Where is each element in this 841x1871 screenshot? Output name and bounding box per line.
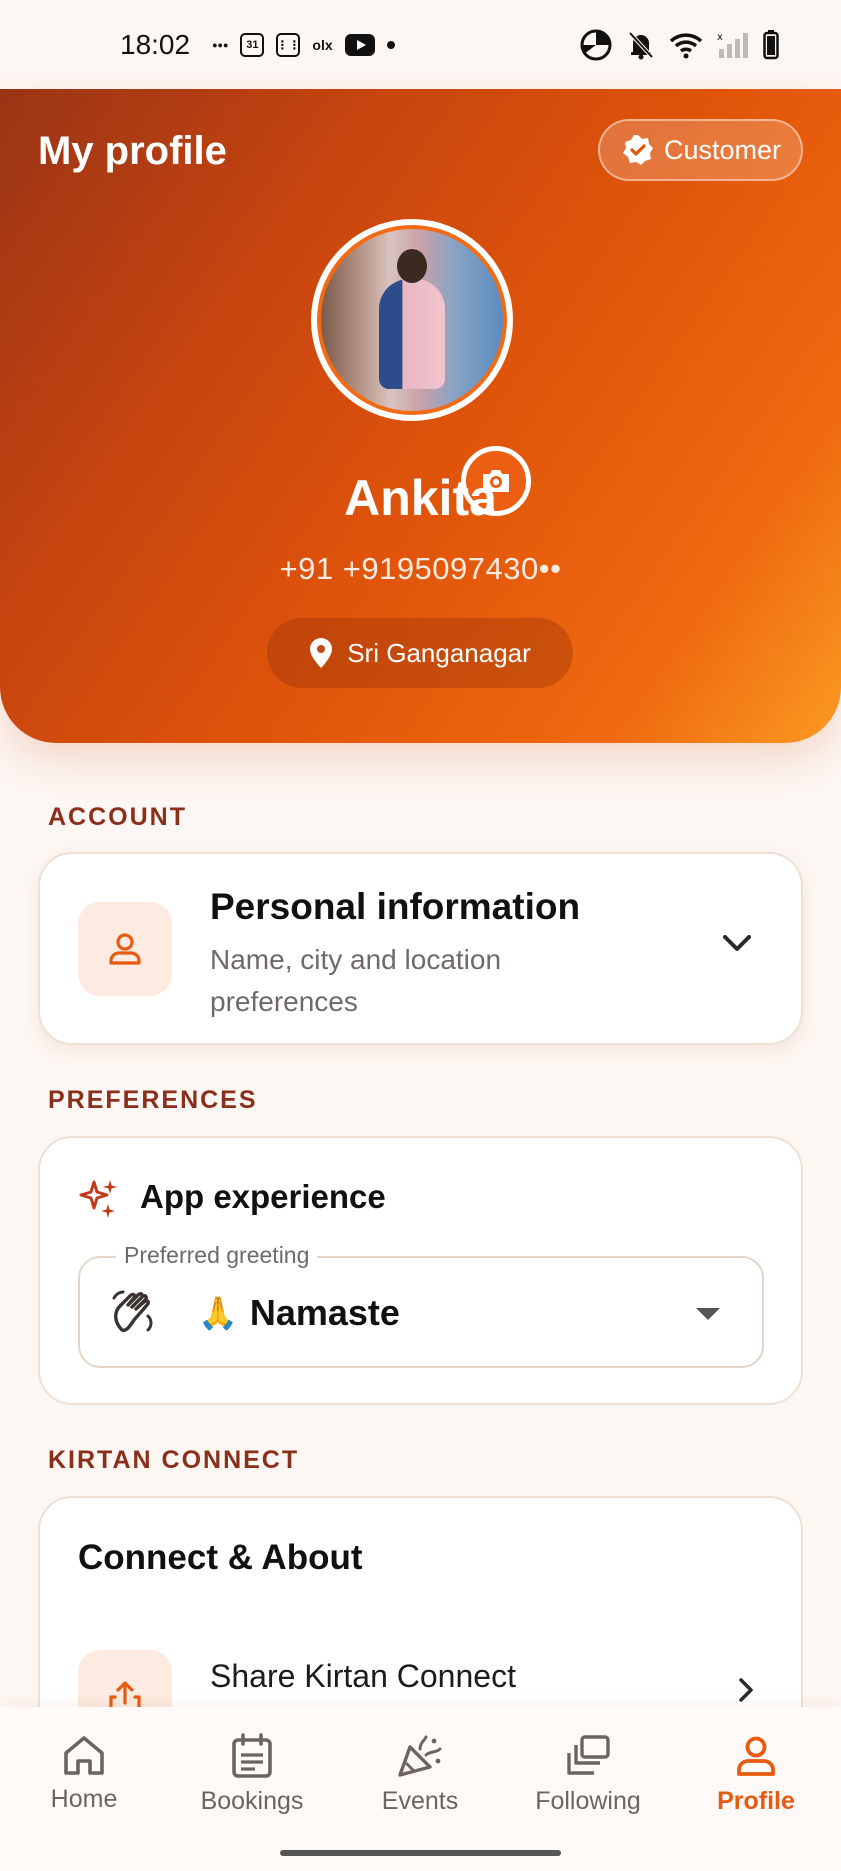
dropdown-arrow-icon[interactable] xyxy=(696,1308,720,1320)
youtube-icon xyxy=(344,33,375,56)
location-label: Sri Ganganagar xyxy=(347,637,531,668)
nav-label-following: Following xyxy=(535,1787,641,1815)
svg-text:x: x xyxy=(717,32,723,43)
person-icon xyxy=(737,1736,775,1776)
section-label-kirtan-connect: KIRTAN CONNECT xyxy=(48,1446,300,1474)
bell-off-icon xyxy=(628,31,654,59)
sparkle-icon xyxy=(79,1180,117,1218)
avatar-figure-head xyxy=(397,249,427,283)
bottom-navigation: Home Bookings Events Following Profile xyxy=(0,1707,841,1871)
nav-label-events: Events xyxy=(381,1787,459,1815)
section-label-account: ACCOUNT xyxy=(48,803,187,831)
nav-label-home: Home xyxy=(50,1785,118,1813)
nav-item-home[interactable]: Home xyxy=(14,1733,154,1814)
personal-information-title: Personal information xyxy=(210,886,581,927)
person-icon xyxy=(109,933,141,965)
preferred-greeting-label: Preferred greeting xyxy=(116,1242,318,1269)
section-label-preferences: PREFERENCES xyxy=(48,1086,258,1114)
greeting-value: 🙏 Namaste xyxy=(198,1292,400,1334)
location-chip[interactable]: Sri Ganganagar xyxy=(267,618,573,688)
home-indicator[interactable] xyxy=(280,1850,561,1856)
chevron-right-icon[interactable] xyxy=(737,1676,755,1704)
nav-label-bookings: Bookings xyxy=(200,1787,304,1815)
nav-item-events[interactable]: Events xyxy=(350,1733,490,1816)
chevron-down-icon[interactable] xyxy=(721,932,753,954)
share-kirtan-connect-item[interactable]: Share Kirtan Connect xyxy=(210,1658,516,1695)
role-badge[interactable]: Customer xyxy=(597,119,803,181)
nav-item-following[interactable]: Following xyxy=(518,1733,658,1816)
nav-label-profile: Profile xyxy=(717,1787,795,1815)
stack-icon xyxy=(567,1735,610,1775)
verified-badge-icon xyxy=(622,135,653,165)
nav-item-bookings[interactable]: Bookings xyxy=(182,1733,322,1816)
profile-phone: +91 +9195097430•• xyxy=(279,551,562,586)
calendar-list-icon xyxy=(232,1733,272,1778)
connect-about-title: Connect & About xyxy=(78,1538,363,1577)
battery-icon xyxy=(763,29,779,59)
greeting-value-text: Namaste xyxy=(249,1292,400,1333)
profile-header: My profile Customer Ankita +91 +91950974… xyxy=(0,89,841,743)
page-title: My profile xyxy=(38,129,227,173)
location-pin-icon xyxy=(310,638,333,668)
calendar-icon: 31 xyxy=(240,32,265,57)
data-saver-icon xyxy=(580,29,612,60)
signal-icon: x xyxy=(717,32,748,58)
dot-icon xyxy=(386,40,395,49)
app-experience-title: App experience xyxy=(140,1178,386,1215)
status-bar: 18:02 ●●● 31 ⋮⋮ olx x xyxy=(0,0,841,89)
home-icon xyxy=(64,1736,104,1775)
olx-icon: olx xyxy=(312,36,333,53)
role-badge-label: Customer xyxy=(663,134,781,165)
avatar-figure xyxy=(379,279,445,389)
app-grid-icon: ⋮⋮ xyxy=(276,32,301,57)
avatar-photo xyxy=(321,229,503,411)
avatar[interactable] xyxy=(311,219,513,421)
status-right-icons: x xyxy=(579,28,779,62)
status-time: 18:02 xyxy=(120,28,191,60)
personal-information-subtitle: Name, city and location preferences xyxy=(210,944,502,1017)
nav-item-profile[interactable]: Profile xyxy=(686,1733,826,1816)
party-popper-icon xyxy=(398,1735,442,1777)
folded-hands-emoji: 🙏 xyxy=(198,1294,238,1332)
preferred-greeting-select[interactable]: Preferred greeting 🙏 Namaste xyxy=(78,1242,764,1368)
oppo-icon: ●●● xyxy=(212,39,229,50)
status-left-icons: ●●● 31 ⋮⋮ olx xyxy=(212,32,395,57)
waving-hand-icon xyxy=(112,1290,153,1333)
app-experience-card: App experience Preferred greeting 🙏 Nama… xyxy=(38,1136,803,1405)
profile-name: Ankita xyxy=(344,470,497,526)
person-icon-tile xyxy=(78,902,172,996)
wifi-icon xyxy=(669,32,703,58)
personal-information-card[interactable]: Personal information Name, city and loca… xyxy=(38,852,803,1045)
